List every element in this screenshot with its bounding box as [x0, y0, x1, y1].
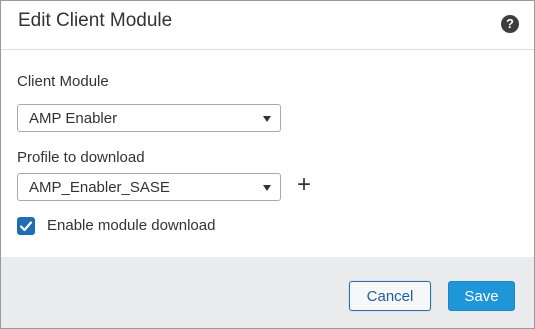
add-profile-icon[interactable]: +: [297, 173, 311, 197]
client-module-label: Client Module: [17, 73, 109, 90]
edit-client-module-dialog: Edit Client Module ? Client Module AMP E…: [0, 0, 535, 329]
chevron-down-icon: [263, 185, 271, 191]
cancel-button[interactable]: Cancel: [349, 281, 431, 311]
enable-module-download-label[interactable]: Enable module download: [47, 217, 215, 234]
dialog-header: Edit Client Module ?: [1, 1, 534, 50]
profile-select[interactable]: AMP_Enabler_SASE: [17, 173, 281, 201]
client-module-select[interactable]: AMP Enabler: [17, 104, 281, 132]
checkmark-icon: [19, 221, 33, 232]
profile-value: AMP_Enabler_SASE: [29, 179, 170, 196]
enable-module-download-checkbox[interactable]: [17, 217, 35, 235]
client-module-value: AMP Enabler: [29, 110, 118, 127]
save-button[interactable]: Save: [448, 281, 515, 311]
chevron-down-icon: [263, 116, 271, 122]
help-icon[interactable]: ?: [501, 15, 519, 33]
profile-label: Profile to download: [17, 149, 145, 166]
dialog-title: Edit Client Module: [18, 10, 173, 31]
